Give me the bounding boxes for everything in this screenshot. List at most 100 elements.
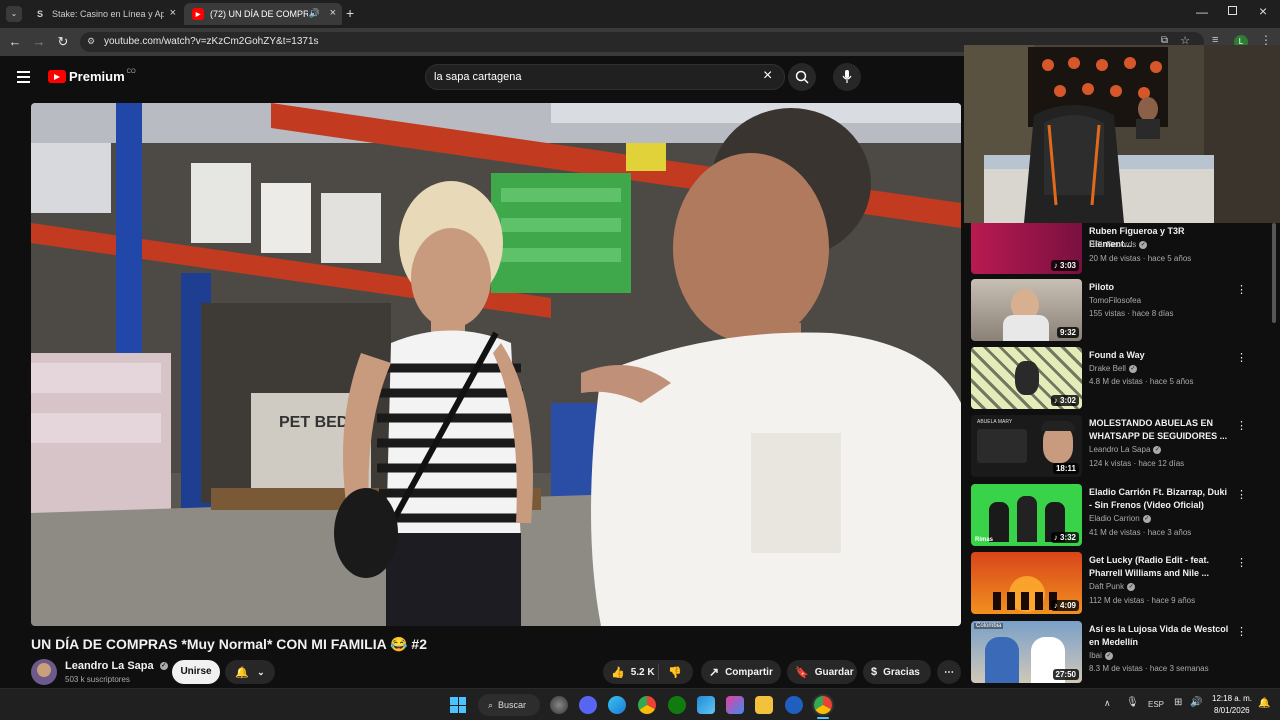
tab-list-button[interactable]: ⌄ [6,6,22,22]
chrome-active-icon[interactable] [814,696,832,714]
speaker-icon[interactable]: 🔊 [309,8,320,19]
recommendation-item[interactable]: 9:32 Piloto TomoFilosofea 155 vistas · h… [970,279,1270,345]
recommendation-title[interactable]: Piloto [1089,281,1229,294]
channel-name[interactable]: Leandro La Sapa ✓ [65,660,168,672]
recommendation-item[interactable]: ♪ 3:02 Found a Way Drake Bell ✓ 4.8 M de … [970,347,1270,413]
more-options-icon[interactable]: ⋮ [1236,351,1247,364]
copilot-icon[interactable] [550,696,568,714]
share-label: Compartir [725,666,773,678]
thanks-button[interactable]: $ Gracias [863,660,931,684]
bookmark-icon: 🔖 [795,666,809,679]
edge-icon[interactable] [608,696,626,714]
duration-badge: ♪ 3:32 [1050,532,1079,543]
clock-time[interactable]: 12:18 a. m. [1212,694,1252,703]
close-window-button[interactable]: × [1259,3,1267,19]
windows-start-icon[interactable] [450,697,466,713]
clear-search-icon[interactable]: × [763,67,772,85]
channel-text: Daft Punk [1089,582,1125,591]
channel-avatar[interactable] [31,659,57,685]
save-button[interactable]: 🔖 Guardar [787,660,857,684]
recommendation-title[interactable]: Así es la Lujosa Vida de Westcol en Mede… [1089,623,1229,649]
video-thumbnail[interactable]: 9:32 [971,279,1082,341]
recommendation-channel[interactable]: Drake Bell ✓ [1089,364,1137,373]
microphone-tray-icon[interactable]: 🎙 [1126,697,1139,708]
chrome-icon[interactable] [638,696,656,714]
taskbar-search-button[interactable]: ⌕ Buscar [478,694,540,716]
tab-youtube[interactable]: ▶ (72) UN DÍA DE COMPRAS 🔊 × [184,3,342,25]
forward-button[interactable]: → [31,34,47,50]
recommendation-item[interactable]: Rimas ♪ 3:32 Eladio Carrión Ft. Bizarrap… [970,484,1270,550]
tab-stake[interactable]: S Stake: Casino en Línea y Apuest × [26,3,182,25]
recommendation-title[interactable]: Found a Way [1089,349,1229,362]
channel-text: Drake Bell [1089,364,1126,373]
reload-button[interactable]: ↻ [55,34,71,50]
recommendation-channel[interactable]: TomoFilosofea [1089,296,1141,305]
video-player[interactable]: PET BED [31,103,961,626]
recommendation-title[interactable]: MOLESTANDO ABUELAS EN WHATSAPP DE SEGUID… [1089,417,1229,443]
recommendation-title[interactable]: Get Lucky (Radio Edit - feat. Pharrell W… [1089,554,1229,580]
channel-name-text: Leandro La Sapa [65,660,154,672]
video-thumbnail[interactable]: ♪ 3:02 [971,347,1082,409]
video-thumbnail[interactable]: Rimas ♪ 3:32 [971,484,1082,546]
close-tab-icon[interactable]: × [330,7,336,19]
site-info-icon[interactable]: ⚙ [87,36,95,47]
more-options-icon[interactable]: ⋮ [1236,488,1247,501]
recommendation-meta: 8.3 M de vistas · hace 3 semanas [1089,664,1209,673]
share-button[interactable]: ↗ Compartir [701,660,781,684]
thumbnail-caption: Rimas [975,537,994,543]
more-actions-button[interactable]: ⋯ [937,660,961,684]
recommendation-channel[interactable]: DEL Records ✓ [1089,240,1148,249]
youtube-play-logo-icon [48,70,66,83]
search-button[interactable] [788,63,816,91]
recommendation-title[interactable]: Eladio Carrión Ft. Bizarrap, Duki - Sin … [1089,486,1229,512]
like-button[interactable]: 👍 5.2 K [603,664,659,680]
discord-icon[interactable] [579,696,597,714]
close-tab-icon[interactable]: × [170,7,176,19]
more-options-icon[interactable]: ⋮ [1236,556,1247,569]
recommendation-channel[interactable]: Leandro La Sapa ✓ [1089,445,1162,454]
recommendation-channel[interactable]: Ibai ✓ [1089,651,1113,660]
youtube-logo[interactable]: Premium CO [48,69,136,84]
recommendation-item[interactable]: Colombia 27:50 Así es la Lujosa Vida de … [970,621,1270,686]
share-icon: ↗ [709,665,720,679]
show-hidden-icons-chevron-icon[interactable]: ∧ [1104,698,1111,709]
recommendation-item[interactable]: ABUELA MARY 18:11 MOLESTANDO ABUELAS EN … [970,415,1270,481]
join-button[interactable]: Unirse [172,660,220,684]
dislike-button[interactable]: 👎 [659,666,682,679]
hamburger-menu-icon[interactable] [17,71,30,83]
more-options-icon[interactable]: ⋮ [1236,419,1247,432]
language-indicator[interactable]: ESP [1148,700,1164,709]
copilot-app-icon[interactable] [726,696,744,714]
recommendation-item[interactable]: ♪ 4:09 Get Lucky (Radio Edit - feat. Pha… [970,552,1270,618]
minimize-button[interactable]: — [1196,5,1208,19]
clock-date[interactable]: 8/01/2026 [1214,706,1250,715]
more-horizontal-icon: ⋯ [944,666,954,678]
video-thumbnail[interactable]: ABUELA MARY 18:11 [971,415,1082,477]
voice-search-button[interactable] [833,63,861,91]
video-thumbnail[interactable]: ♪ 4:09 [971,552,1082,614]
new-tab-button[interactable]: + [346,5,354,21]
network-icon[interactable]: ⊞ [1174,697,1182,708]
back-button[interactable]: ← [7,34,23,50]
restore-button[interactable] [1228,6,1237,15]
recommendation-channel[interactable]: Daft Punk ✓ [1089,582,1136,591]
file-explorer-icon[interactable] [755,696,773,714]
more-options-icon[interactable]: ⋮ [1236,625,1247,638]
video-thumbnail[interactable]: ♪ 3:03 [971,223,1082,274]
xbox-icon[interactable] [668,696,686,714]
notifications-button[interactable]: 🔔 ⌄ [225,660,275,684]
sidebar-scrollbar[interactable] [1272,223,1276,323]
duration-badge: 27:50 [1052,669,1079,680]
video-thumbnail[interactable]: Colombia 27:50 [971,621,1082,683]
app-blue-icon[interactable] [785,696,803,714]
notification-bell-icon[interactable]: 🔔 [1258,698,1270,709]
recommendation-channel[interactable]: Eladio Carrion ✓ [1089,514,1151,523]
search-input[interactable] [434,69,754,85]
photos-icon[interactable] [697,696,715,714]
more-options-icon[interactable]: ⋮ [1236,283,1247,296]
volume-icon[interactable]: 🔊 [1190,697,1202,708]
windows-taskbar: ⌕ Buscar ∧ 🎙 🔊 ESP ⊞ 12:18 a. m. 8/01/20… [0,688,1280,720]
webcam-frame [964,45,1280,223]
recommendation-meta: 112 M de vistas · hace 9 años [1089,596,1196,605]
verified-icon: ✓ [1127,582,1136,591]
